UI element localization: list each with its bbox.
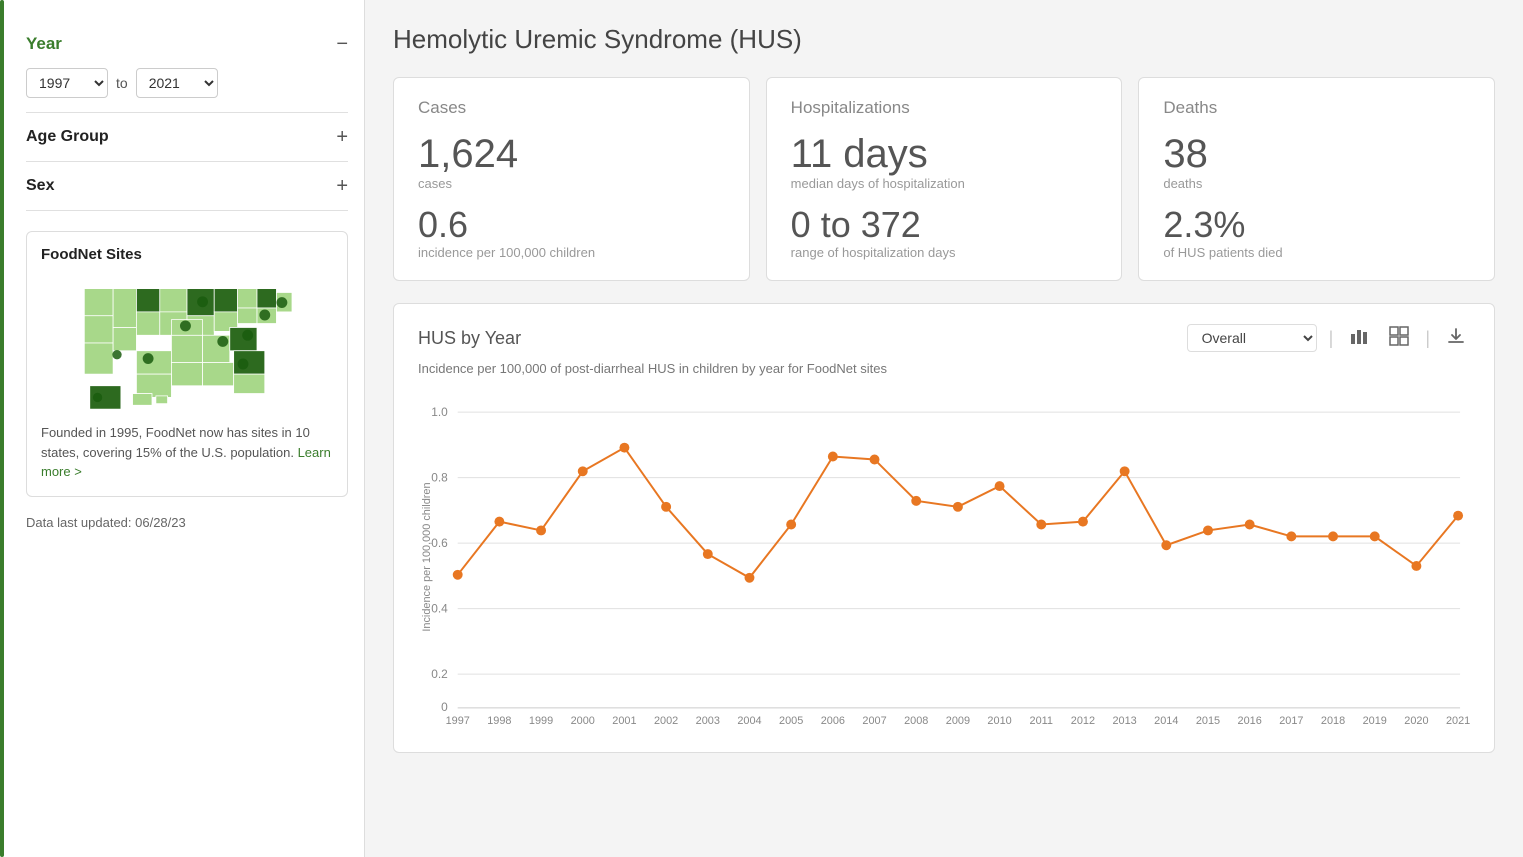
cases-card: Cases 1,624 cases 0.6 incidence per 100,… <box>393 77 750 281</box>
svg-text:2006: 2006 <box>821 714 845 726</box>
sex-filter-toggle: + <box>336 176 348 196</box>
svg-text:1998: 1998 <box>487 714 511 726</box>
age-group-filter-section: Age Group + <box>26 113 348 162</box>
cases-big-number: 1,624 <box>418 132 725 176</box>
chart-area: 1.0 0.8 0.6 0.4 0.2 0 Incidence per 100,… <box>418 392 1470 732</box>
deaths-secondary-number: 2.3% <box>1163 205 1470 245</box>
svg-text:2021: 2021 <box>1446 714 1470 726</box>
deaths-title: Deaths <box>1163 98 1470 118</box>
svg-text:2000: 2000 <box>571 714 595 726</box>
sex-filter-title: Sex <box>26 177 54 195</box>
age-group-filter-title: Age Group <box>26 128 109 146</box>
us-map-svg <box>41 273 333 413</box>
svg-text:2015: 2015 <box>1196 714 1220 726</box>
svg-text:2013: 2013 <box>1112 714 1136 726</box>
deaths-secondary-label: of HUS patients died <box>1163 245 1470 260</box>
year-filter-section: Year − 1997199819992000 2001200220032004… <box>26 20 348 113</box>
sex-filter-header[interactable]: Sex + <box>26 176 348 196</box>
svg-text:2005: 2005 <box>779 714 803 726</box>
cases-secondary-label: incidence per 100,000 children <box>418 245 725 260</box>
chart-header: HUS by Year Overall By Sex By Age Group … <box>418 324 1470 353</box>
svg-text:1999: 1999 <box>529 714 553 726</box>
svg-text:Incidence per 100,000 children: Incidence per 100,000 children <box>421 482 433 631</box>
svg-text:2017: 2017 <box>1279 714 1303 726</box>
svg-text:2016: 2016 <box>1238 714 1262 726</box>
svg-text:0: 0 <box>441 699 448 713</box>
foodnet-card: FoodNet Sites <box>26 231 348 497</box>
chart-controls: Overall By Sex By Age Group | <box>1187 324 1470 353</box>
hosp-big-label: median days of hospitalization <box>791 176 1098 191</box>
hosp-big-number: 11 days <box>791 132 1098 176</box>
year-filter-toggle: − <box>336 34 348 54</box>
svg-text:2003: 2003 <box>696 714 720 726</box>
us-map <box>41 273 333 413</box>
main-content: Hemolytic Uremic Syndrome (HUS) Cases 1,… <box>365 0 1523 857</box>
chart-title: HUS by Year <box>418 328 521 349</box>
deaths-big-label: deaths <box>1163 176 1470 191</box>
cases-title: Cases <box>418 98 725 118</box>
svg-text:2001: 2001 <box>612 714 636 726</box>
year-to-select[interactable]: 1997199819992000 2001200220032004 200520… <box>136 68 218 98</box>
svg-text:2010: 2010 <box>987 714 1011 726</box>
year-to-label: to <box>116 75 128 91</box>
line-chart-svg: 1.0 0.8 0.6 0.4 0.2 0 Incidence per 100,… <box>418 392 1470 732</box>
svg-text:2011: 2011 <box>1030 714 1053 726</box>
svg-text:2004: 2004 <box>737 714 761 726</box>
svg-text:0.6: 0.6 <box>431 536 448 550</box>
svg-text:1.0: 1.0 <box>431 405 448 419</box>
green-accent-bar <box>0 0 4 857</box>
page-title: Hemolytic Uremic Syndrome (HUS) <box>393 24 1495 55</box>
year-from-select[interactable]: 1997199819992000 2001200220032004 200520… <box>26 68 108 98</box>
data-updated-label: Data last updated: 06/28/23 <box>26 515 348 530</box>
svg-text:1997: 1997 <box>446 714 470 726</box>
svg-text:2019: 2019 <box>1363 714 1387 726</box>
chart-divider-2: | <box>1425 328 1430 349</box>
svg-text:2014: 2014 <box>1154 714 1178 726</box>
hosp-secondary-label: range of hospitalization days <box>791 245 1098 260</box>
svg-text:2020: 2020 <box>1404 714 1428 726</box>
svg-text:2018: 2018 <box>1321 714 1345 726</box>
svg-text:0.2: 0.2 <box>431 667 448 681</box>
download-icon[interactable] <box>1442 324 1470 353</box>
svg-text:0.8: 0.8 <box>431 470 448 484</box>
chart-divider-1: | <box>1329 328 1334 349</box>
deaths-big-number: 38 <box>1163 132 1470 176</box>
svg-text:2012: 2012 <box>1071 714 1095 726</box>
table-icon[interactable] <box>1385 324 1413 353</box>
age-group-filter-toggle: + <box>336 127 348 147</box>
hosp-secondary-number: 0 to 372 <box>791 205 1098 245</box>
sex-filter-section: Sex + <box>26 162 348 211</box>
svg-text:2002: 2002 <box>654 714 678 726</box>
cases-big-label: cases <box>418 176 725 191</box>
chart-overall-dropdown[interactable]: Overall By Sex By Age Group <box>1187 324 1317 352</box>
foodnet-title: FoodNet Sites <box>41 246 333 263</box>
year-filter-title: Year <box>26 34 62 54</box>
year-filter-header[interactable]: Year − <box>26 34 348 54</box>
svg-text:0.4: 0.4 <box>431 601 448 615</box>
chart-subtitle: Incidence per 100,000 of post-diarrheal … <box>418 361 1470 376</box>
deaths-card: Deaths 38 deaths 2.3% of HUS patients di… <box>1138 77 1495 281</box>
bar-chart-icon[interactable] <box>1345 324 1373 353</box>
foodnet-description: Founded in 1995, FoodNet now has sites i… <box>41 423 333 482</box>
svg-text:2008: 2008 <box>904 714 928 726</box>
hosp-title: Hospitalizations <box>791 98 1098 118</box>
svg-text:2009: 2009 <box>946 714 970 726</box>
age-group-filter-header[interactable]: Age Group + <box>26 127 348 147</box>
stats-row: Cases 1,624 cases 0.6 incidence per 100,… <box>393 77 1495 281</box>
cases-secondary-number: 0.6 <box>418 205 725 245</box>
year-range-row: 1997199819992000 2001200220032004 200520… <box>26 68 348 98</box>
hospitalizations-card: Hospitalizations 11 days median days of … <box>766 77 1123 281</box>
svg-text:2007: 2007 <box>862 714 886 726</box>
chart-card: HUS by Year Overall By Sex By Age Group … <box>393 303 1495 753</box>
